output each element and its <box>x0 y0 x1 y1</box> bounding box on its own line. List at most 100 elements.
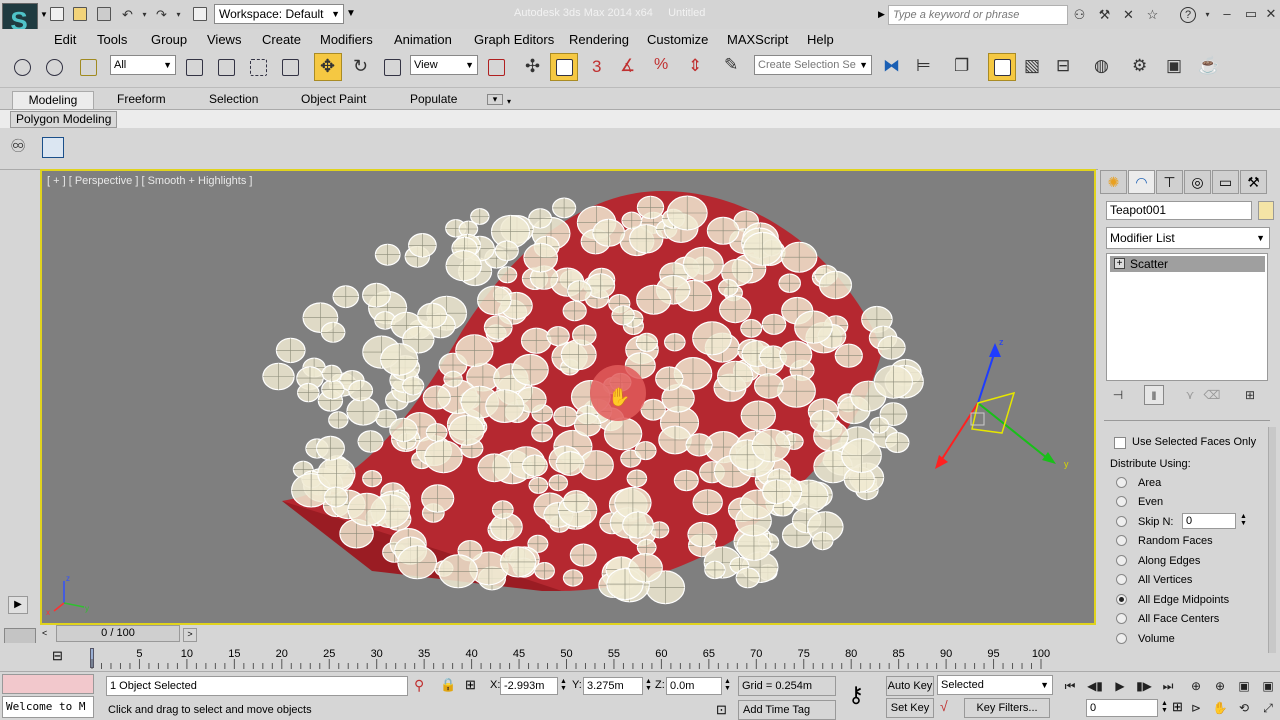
menu-animation[interactable]: Animation <box>394 32 452 47</box>
set-key-button[interactable]: Set Key <box>886 698 934 718</box>
workspace-select[interactable]: Workspace: Default ▼ <box>214 4 344 24</box>
undo-icon[interactable]: ↶ <box>120 8 135 22</box>
menu-customize[interactable]: Customize <box>647 32 708 47</box>
menu-graph-editors[interactable]: Graph Editors <box>474 32 554 47</box>
search-input[interactable]: Type a keyword or phrase <box>888 5 1068 25</box>
display-tab-icon[interactable]: ▭ <box>1212 170 1239 194</box>
favorites-star-icon[interactable]: ☆ <box>1145 8 1160 22</box>
layer-manager-icon[interactable]: ❐ <box>954 56 969 76</box>
edit-named-selection-icon[interactable]: ✎ <box>724 55 738 75</box>
selection-filter-select[interactable]: All ▼ <box>110 55 176 75</box>
redo-dropdown-icon[interactable]: ▾ <box>171 8 186 22</box>
utilities-tab-icon[interactable]: ⚒ <box>1240 170 1267 194</box>
configure-modifier-sets-icon[interactable]: ⊞ <box>1240 385 1260 405</box>
viewport-scene[interactable]: ✋ z y z y x <box>42 171 1094 623</box>
option-area[interactable]: Area <box>1116 475 1161 491</box>
go-to-start-icon[interactable]: ⏮ <box>1060 677 1080 695</box>
object-name-field[interactable]: Teapot001 <box>1106 201 1252 220</box>
project-folder-icon[interactable] <box>193 7 207 21</box>
ribbon-options-icon[interactable]: ▾ <box>487 94 503 105</box>
pan-view-icon[interactable]: ✋ <box>1210 699 1230 717</box>
modifier-list-select[interactable]: Modifier List ▼ <box>1106 227 1270 249</box>
selection-lock-icon[interactable]: 🔒 <box>440 677 456 693</box>
stack-item-scatter[interactable]: + Scatter <box>1110 256 1265 272</box>
y-coordinate-field[interactable]: 3.275m <box>583 677 643 695</box>
rendered-frame-window-icon[interactable]: ▣ <box>1166 56 1182 76</box>
unlink-selection-button[interactable] <box>40 53 68 81</box>
menu-maxscript[interactable]: MAXScript <box>727 32 788 47</box>
menu-edit[interactable]: Edit <box>54 32 76 47</box>
radio-all-edge-midpoints[interactable] <box>1116 594 1127 605</box>
tab-selection[interactable]: Selection <box>209 91 258 109</box>
perspective-viewport[interactable]: ✋ z y z y x [ + ] [ Perspective ] [ Smoo… <box>40 169 1096 625</box>
time-slider-thumb[interactable]: 0 / 100 <box>56 625 180 642</box>
expand-plus-icon[interactable]: + <box>1114 258 1125 269</box>
close-button[interactable]: ✕ <box>1260 6 1280 22</box>
tab-object-paint[interactable]: Object Paint <box>301 91 366 109</box>
time-configuration-icon[interactable]: ⊞ <box>1172 699 1183 715</box>
binoculars-icon[interactable]: ⚇ <box>1072 8 1087 22</box>
manipulate-button[interactable]: ✣ <box>518 53 546 81</box>
open-file-icon[interactable] <box>73 7 87 21</box>
zoom-extents-icon[interactable]: ▣ <box>1234 677 1254 695</box>
x-coordinate-field[interactable]: -2.993m <box>500 677 558 695</box>
window-crossing-button[interactable] <box>276 53 304 81</box>
remove-modifier-icon[interactable]: ⌫ <box>1202 385 1222 405</box>
skip-n-spinner-icon[interactable]: ▲ ▼ <box>1240 513 1247 527</box>
bind-to-space-warp-button[interactable] <box>74 53 102 81</box>
menu-rendering[interactable]: Rendering <box>569 32 629 47</box>
hierarchy-tab-icon[interactable]: ⊤ <box>1156 170 1183 194</box>
set-key-icon[interactable]: ⚷ <box>848 682 864 708</box>
radio-volume[interactable] <box>1116 633 1127 644</box>
zoom-extents-all-icon[interactable]: ▣ <box>1258 677 1278 695</box>
radio-all-vertices[interactable] <box>1116 574 1127 585</box>
save-file-icon[interactable] <box>97 7 111 21</box>
radio-area[interactable] <box>1116 477 1127 488</box>
maximize-viewport-icon[interactable]: ⤢ <box>1258 699 1278 717</box>
search-expand-icon[interactable]: ▶ <box>878 9 885 20</box>
curve-editor-icon[interactable]: ▧ <box>1024 56 1040 76</box>
option-volume[interactable]: Volume <box>1116 631 1175 647</box>
previous-frame-icon[interactable]: < <box>42 628 47 638</box>
play-icon[interactable]: ▶ <box>8 596 28 614</box>
motion-tab-icon[interactable]: ◎ <box>1184 170 1211 194</box>
radio-skip-n[interactable] <box>1116 516 1127 527</box>
reference-coordinate-select[interactable]: View ▼ <box>410 55 478 75</box>
tab-modeling[interactable]: Modeling <box>12 91 94 109</box>
help-icon[interactable]: ? <box>1180 7 1196 23</box>
make-unique-icon[interactable]: ⋎ <box>1180 385 1200 405</box>
x-spinner-icon[interactable]: ▲ ▼ <box>560 678 567 692</box>
key-filter-curve-icon[interactable]: √ <box>940 698 948 714</box>
keyboard-shortcut-override-button[interactable] <box>550 53 578 81</box>
orbit-icon[interactable]: ⟲ <box>1234 699 1254 717</box>
percent-snap-icon[interactable]: % <box>654 56 668 74</box>
select-and-rotate-button[interactable]: ↻ <box>346 53 374 81</box>
menu-help[interactable]: Help <box>807 32 834 47</box>
redo-icon[interactable]: ↷ <box>154 8 169 22</box>
new-file-icon[interactable] <box>50 7 64 21</box>
menu-tools[interactable]: Tools <box>97 32 127 47</box>
z-coordinate-field[interactable]: 0.0m <box>666 677 722 695</box>
auto-key-button[interactable]: Auto Key <box>886 676 934 696</box>
radio-even[interactable] <box>1116 496 1127 507</box>
track-bar[interactable]: ⊟ 5 10 15 20 25 30 35 40 45 50 55 60 65 70 75 80 85 90 95 1… <box>0 643 1098 671</box>
isolate-selection-icon[interactable]: ⚲ <box>414 677 424 694</box>
modify-tab-icon[interactable]: ◠ <box>1128 170 1155 194</box>
pin-stack-icon[interactable]: ⊣ <box>1108 385 1128 405</box>
zoom-icon[interactable]: ⊕ <box>1186 677 1206 695</box>
tab-polygon-modeling[interactable]: Polygon Modeling <box>10 111 118 128</box>
material-editor-icon[interactable]: ◍ <box>1094 56 1109 76</box>
modify-mode-icon[interactable]: ♾ <box>10 136 26 157</box>
use-selected-faces-checkbox[interactable] <box>1114 437 1126 449</box>
render-teapot-icon[interactable]: ☕ <box>1198 56 1219 76</box>
panel-scrollbar[interactable] <box>1268 427 1276 653</box>
maximize-button[interactable]: ▭ <box>1240 6 1262 22</box>
menu-views[interactable]: Views <box>207 32 241 47</box>
tab-populate[interactable]: Populate <box>410 91 457 109</box>
undo-dropdown-icon[interactable]: ▾ <box>137 8 152 22</box>
track-ruler[interactable]: 5 10 15 20 25 30 35 40 45 50 55 60 65 70 75 80 85 90 95 100 <box>90 643 1050 671</box>
mirror-icon[interactable]: ⧓ <box>883 56 900 76</box>
tab-freeform[interactable]: Freeform <box>117 91 166 109</box>
radio-along-edges[interactable] <box>1116 555 1127 566</box>
angle-snap-icon[interactable]: ∡ <box>620 56 635 76</box>
